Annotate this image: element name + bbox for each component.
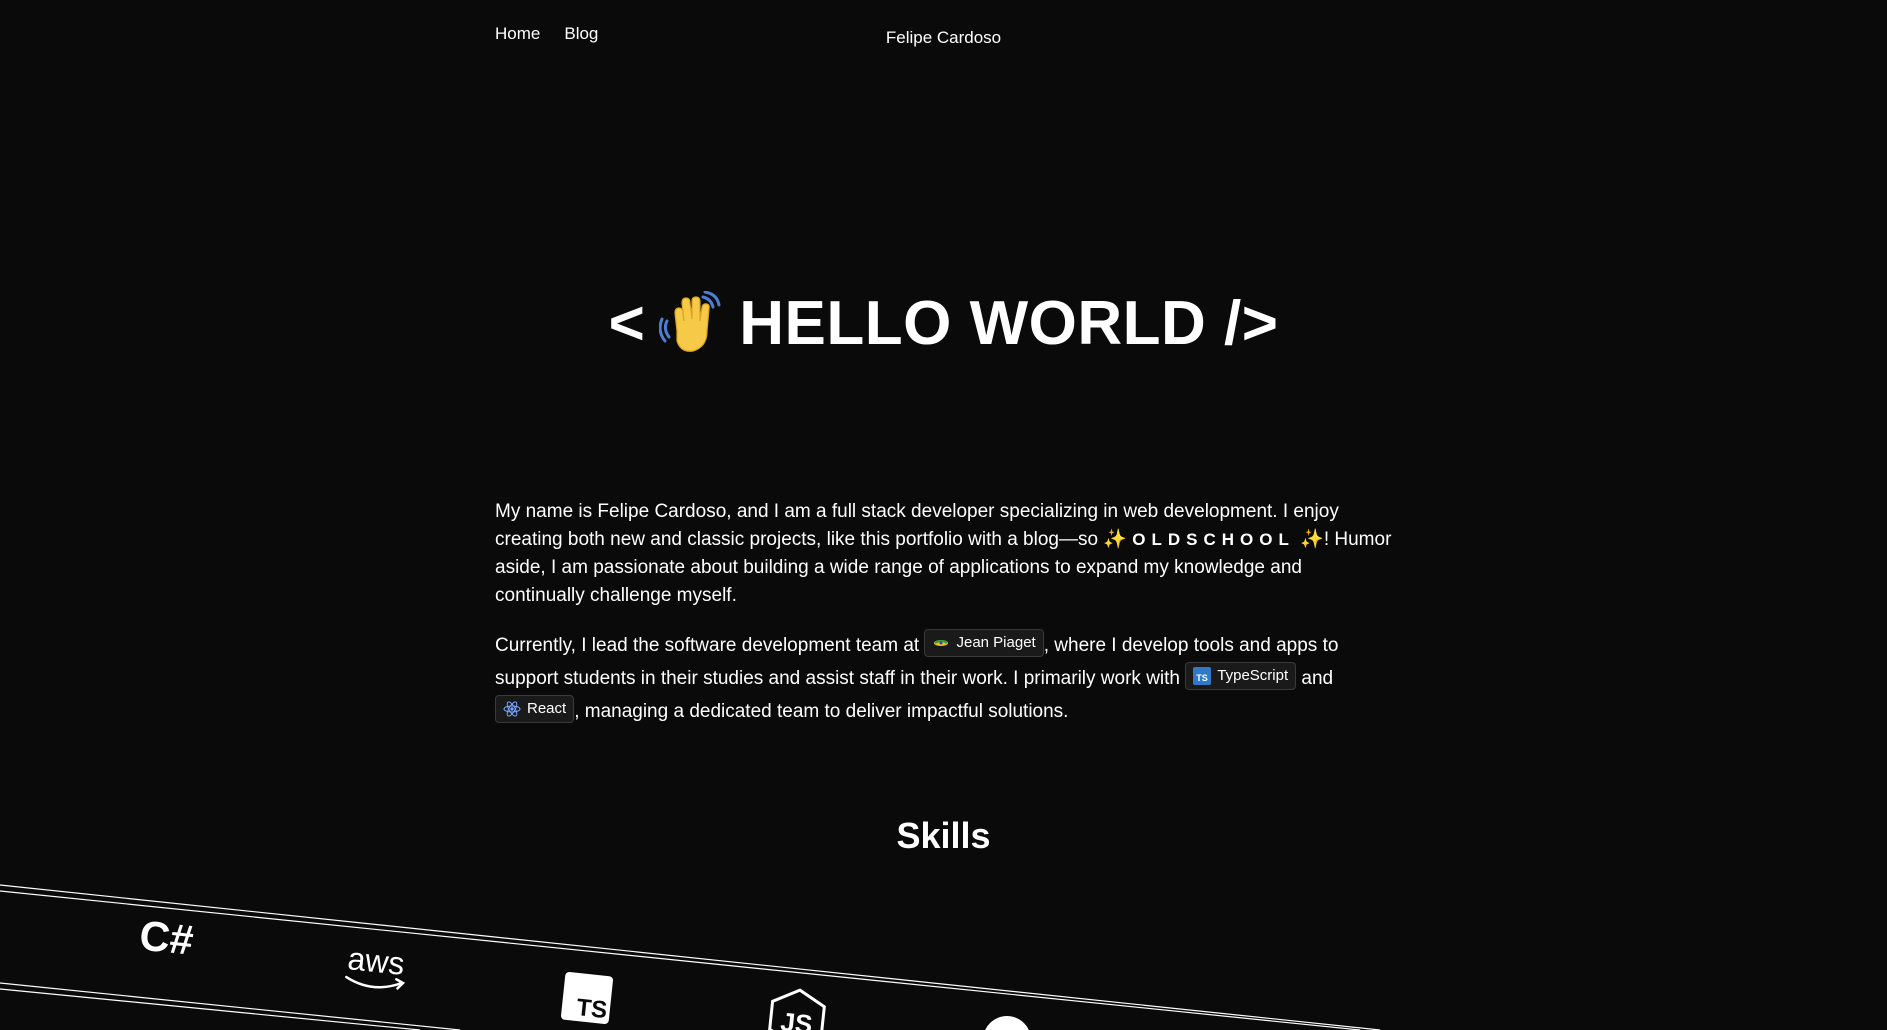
page: Home Blog Felipe Cardoso < HELLO WORLD /…: [0, 0, 1887, 1030]
typescript-icon: TS: [1193, 666, 1212, 685]
chip-label: React: [527, 699, 567, 717]
typescript-icon: TS: [561, 972, 613, 1024]
ts-logo-text: TS: [575, 994, 608, 1024]
aws-icon: aws: [345, 940, 406, 990]
csharp-logo-text: C#: [137, 911, 195, 963]
bio-paragraph-2: Currently, I lead the software developme…: [495, 628, 1395, 728]
circle-icon: [985, 1016, 1029, 1030]
chip-label: Jean Piaget: [956, 633, 1036, 651]
waving-hand-icon: [659, 290, 725, 357]
oldschool-text: OLDSCHOOL: [1132, 530, 1295, 549]
svg-text:TS: TS: [1197, 673, 1209, 683]
bio-text: and: [1296, 668, 1334, 689]
react-icon: [503, 700, 521, 718]
hero-open-bracket: <: [608, 289, 646, 358]
hero-text: HELLO WORLD />: [739, 289, 1279, 358]
marquee-border-lines: [0, 884, 1381, 1030]
sparkle-icon: ✨: [1300, 529, 1324, 550]
chip-label: TypeScript: [1217, 666, 1289, 684]
aws-logo-text: aws: [346, 940, 406, 982]
react-chip[interactable]: React: [495, 694, 575, 723]
sparkle-icon: ✨: [1103, 529, 1127, 550]
jean-piaget-chip[interactable]: Jean Piaget: [924, 628, 1044, 657]
typescript-chip[interactable]: TS TypeScript: [1185, 661, 1297, 690]
hero-heading: < HELLO WORLD />: [0, 288, 1887, 359]
csharp-icon: C#: [137, 911, 195, 963]
skills-heading: Skills: [896, 815, 991, 856]
site-name[interactable]: Felipe Cardoso: [0, 28, 1887, 48]
js-logo-text: JS: [779, 1006, 814, 1030]
nodejs-icon: JS: [768, 988, 826, 1030]
bio-text: , managing a dedicated team to deliver i…: [574, 701, 1069, 722]
bio-paragraph-1: My name is Felipe Cardoso, and I am a fu…: [495, 498, 1395, 610]
bio-text: Currently, I lead the software developme…: [495, 635, 925, 656]
bio-section: My name is Felipe Cardoso, and I am a fu…: [495, 498, 1395, 728]
jean-piaget-logo-icon: [932, 634, 950, 652]
